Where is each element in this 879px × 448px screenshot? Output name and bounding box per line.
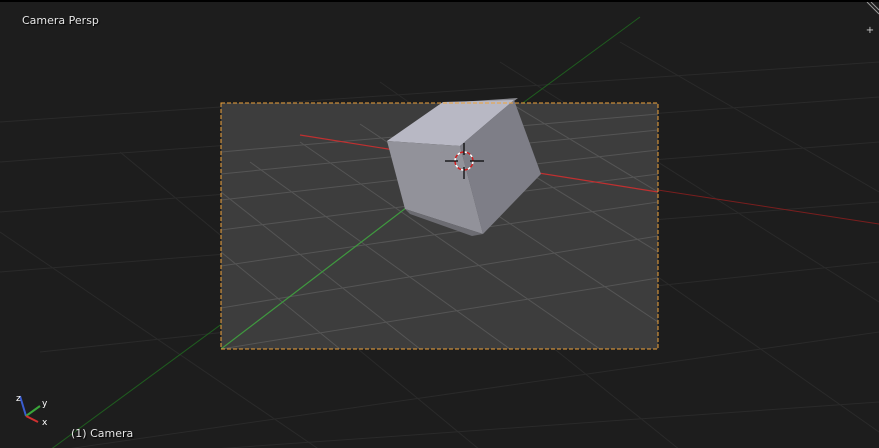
- scene-canvas[interactable]: [0, 2, 879, 448]
- gizmo-x-label: x: [42, 418, 48, 428]
- gizmo-z-label: z: [16, 394, 21, 404]
- gizmo-z-axis: [19, 395, 27, 417]
- gizmo-y-label: y: [42, 399, 48, 409]
- gizmo-y-axis: [25, 405, 41, 417]
- plus-icon[interactable]: +: [865, 26, 875, 36]
- 3d-viewport[interactable]: Camera Persp (1) Camera + z y x: [0, 0, 879, 448]
- axis-gizmo: z y x: [16, 394, 48, 428]
- object-info-label: (1) Camera: [71, 427, 134, 440]
- diagonal-lines-icon[interactable]: [865, 2, 879, 16]
- gizmo-x-axis: [25, 415, 39, 423]
- view-name-label: Camera Persp: [22, 14, 99, 27]
